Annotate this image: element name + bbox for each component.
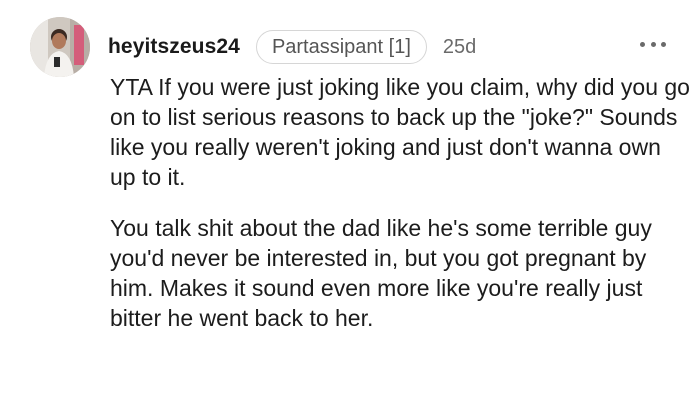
- comment-card: heyitszeus24 Partassipant [1] 25d YTA If…: [0, 0, 700, 405]
- comment-body: YTA If you were just joking like you cla…: [110, 72, 690, 333]
- more-options-icon[interactable]: [640, 39, 666, 49]
- dot-icon: [650, 41, 656, 47]
- comment-paragraph: YTA If you were just joking like you cla…: [110, 74, 690, 190]
- username-link[interactable]: heyitszeus24: [108, 35, 240, 59]
- comment-timestamp[interactable]: 25d: [443, 36, 476, 59]
- dot-icon: [640, 41, 645, 47]
- comment-header: heyitszeus24 Partassipant [1] 25d: [108, 28, 476, 66]
- dot-icon: [661, 41, 666, 47]
- avatar[interactable]: [30, 17, 90, 77]
- comment-paragraph: You talk shit about the dad like he's so…: [110, 215, 652, 331]
- user-flair-badge: Partassipant [1]: [255, 30, 427, 64]
- user-avatar-icon: [30, 17, 90, 77]
